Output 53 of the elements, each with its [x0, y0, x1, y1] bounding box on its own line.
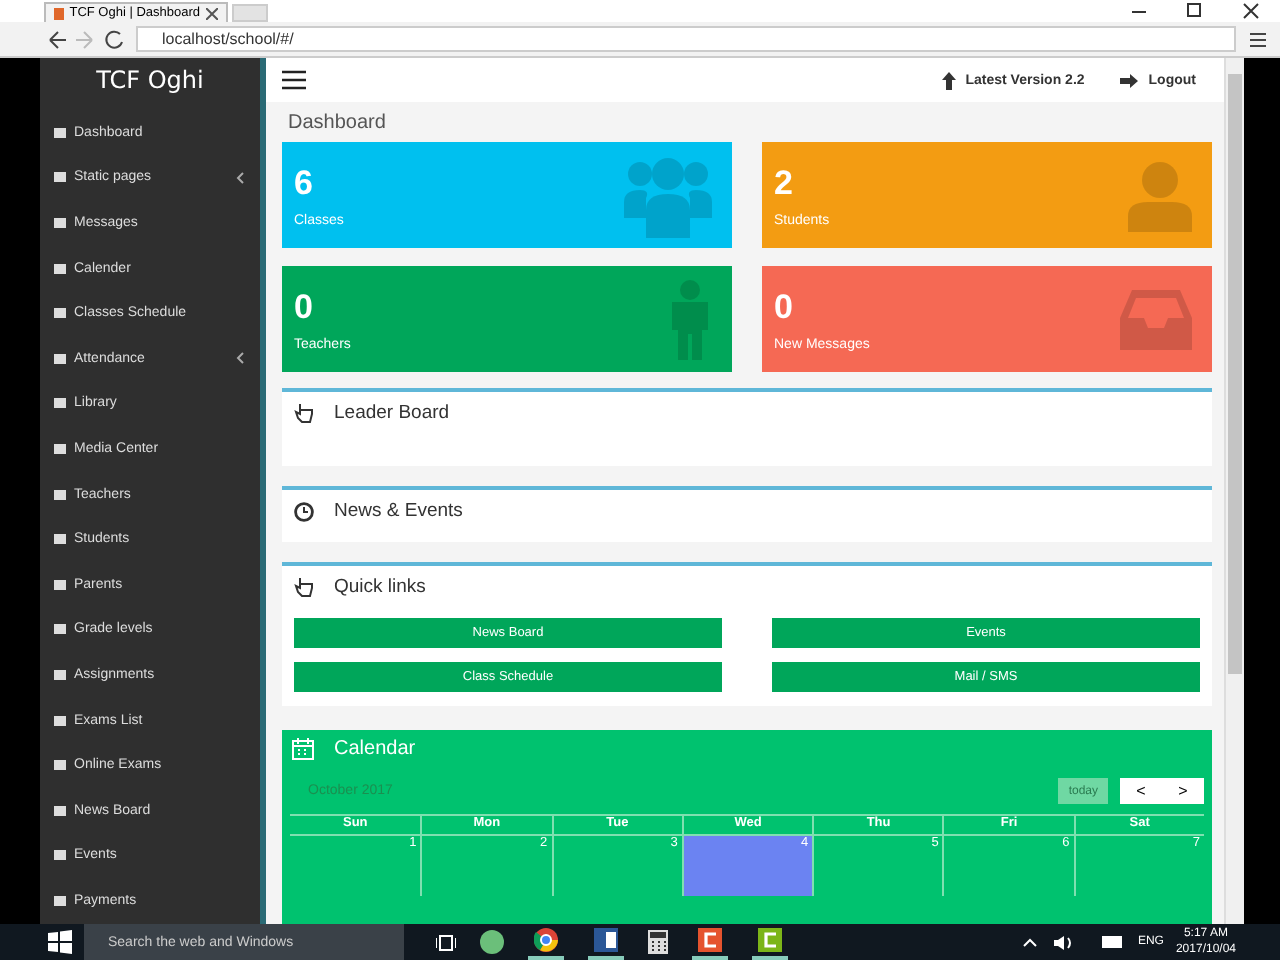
square-icon [54, 308, 66, 319]
calculator-icon[interactable] [648, 930, 668, 954]
panel-title: News & Events [334, 500, 463, 522]
square-icon [54, 850, 66, 861]
panel-title: Quick links [334, 576, 426, 598]
clock-icon [294, 501, 314, 521]
square-icon [54, 760, 66, 771]
square-icon [54, 443, 66, 454]
favicon-icon [54, 7, 64, 19]
square-icon [54, 398, 66, 409]
menu-icon[interactable] [282, 70, 306, 90]
square-icon [54, 534, 66, 545]
stat-count: 6 [294, 163, 315, 203]
square-icon [54, 489, 66, 500]
sign-out-icon [1120, 73, 1139, 87]
square-icon [54, 172, 66, 183]
square-icon [54, 353, 66, 364]
navigation-icon[interactable] [48, 29, 128, 49]
page-title: Dashboard [286, 109, 388, 137]
hand-pointer-icon [294, 402, 314, 424]
task-view-icon[interactable] [436, 933, 456, 951]
close-icon[interactable] [206, 7, 218, 19]
panel-title: Leader Board [334, 402, 450, 424]
hand-pointer-icon [294, 576, 314, 598]
square-icon [54, 669, 66, 680]
stat-count: 0 [294, 287, 315, 327]
people-group-icon [624, 153, 712, 237]
windows-start-icon[interactable] [48, 930, 72, 954]
globe-icon[interactable] [480, 930, 504, 954]
standing-person-icon [668, 279, 712, 359]
square-icon [54, 624, 66, 635]
square-icon [54, 805, 66, 816]
square-icon [54, 579, 66, 590]
system-tray-icon[interactable] [1021, 933, 1126, 951]
menu-icon[interactable] [1244, 29, 1272, 49]
document-icon[interactable] [594, 928, 618, 952]
person-icon [1128, 159, 1192, 231]
stat-count: 2 [774, 163, 795, 203]
square-icon [54, 715, 66, 726]
square-icon [54, 217, 66, 228]
calendar-title: Calendar [334, 738, 416, 760]
square-icon [54, 263, 66, 274]
square-icon [54, 127, 66, 138]
scrollbar[interactable] [1224, 58, 1244, 924]
address-bar[interactable]: localhost/school/#/ [136, 26, 1236, 52]
browser-icon[interactable] [534, 928, 558, 952]
inbox-tray-icon [1120, 289, 1192, 349]
arrow-up-icon [941, 71, 956, 89]
stat-count: 0 [774, 287, 795, 327]
calendar-icon [292, 738, 314, 760]
app-title: TCF Oghi [94, 64, 206, 98]
square-icon [54, 895, 66, 906]
letter-c-app-icon[interactable] [698, 928, 722, 952]
